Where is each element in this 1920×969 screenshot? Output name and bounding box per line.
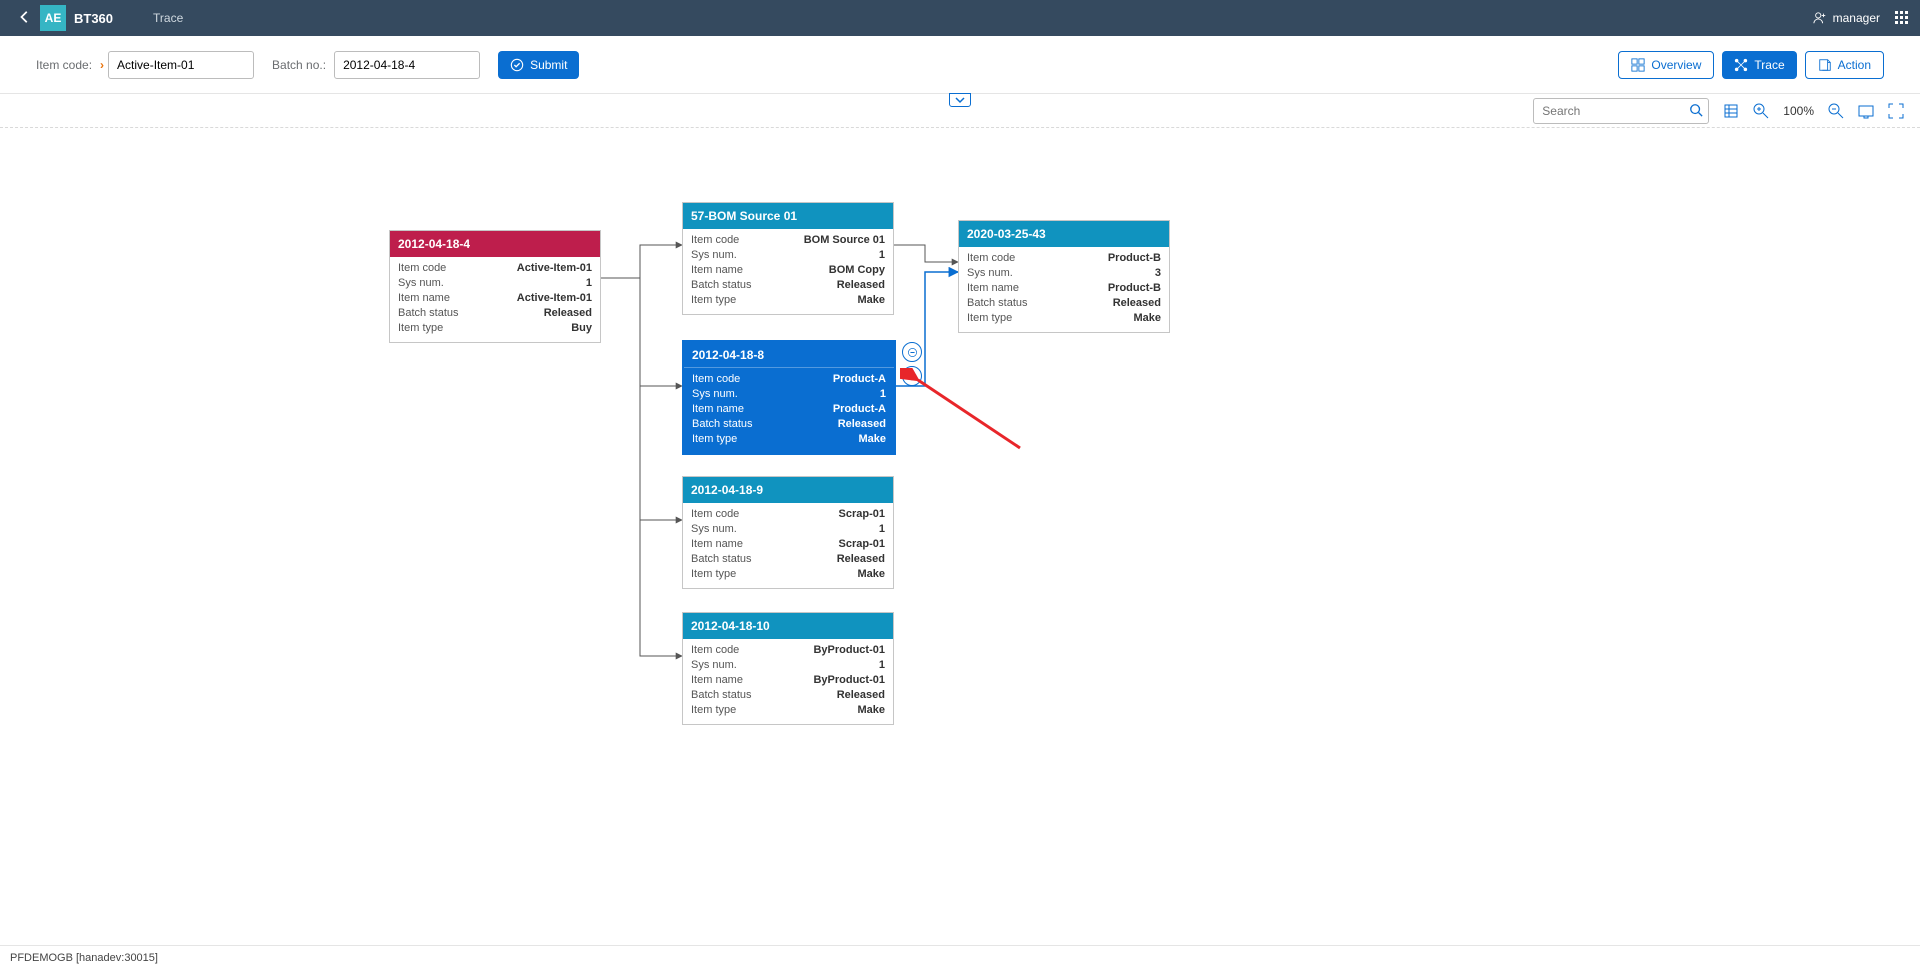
search-icon[interactable]: [1689, 103, 1703, 120]
node-title: 2012-04-18-10: [691, 619, 770, 633]
batch-no-label: Batch no.:: [272, 58, 326, 72]
flow-node[interactable]: 2020-03-25-43 Item codeProduct-B Sys num…: [958, 220, 1170, 333]
node-action-collapse-icon[interactable]: [902, 342, 922, 362]
back-button[interactable]: [10, 8, 40, 29]
item-code-label: Item code:: [36, 58, 92, 72]
flow-node[interactable]: 2012-04-18-9 Item codeScrap-01 Sys num.1…: [682, 476, 894, 589]
node-action-navigate-icon[interactable]: [902, 366, 922, 386]
node-title: 2012-04-18-9: [691, 483, 763, 497]
action-button[interactable]: Action: [1805, 51, 1884, 79]
batch-no-input[interactable]: [334, 51, 480, 79]
flow-node[interactable]: 2012-04-18-10 Item codeByProduct-01 Sys …: [682, 612, 894, 725]
flow-canvas[interactable]: 2012-04-18-4 Item codeActive-Item-01 Sys…: [0, 128, 1920, 945]
status-bar: PFDEMOGB [hanadev:30015]: [0, 945, 1920, 969]
overview-button[interactable]: Overview: [1618, 51, 1714, 79]
node-title: 2020-03-25-43: [967, 227, 1046, 241]
app-title: BT360: [74, 11, 113, 26]
flow-node[interactable]: 57-BOM Source 01 Item codeBOM Source 01 …: [682, 202, 894, 315]
item-code-input[interactable]: [108, 51, 254, 79]
status-text: PFDEMOGB [hanadev:30015]: [10, 952, 158, 964]
app-logo: AE: [40, 5, 66, 31]
list-icon[interactable]: [1723, 103, 1739, 119]
node-title: 2012-04-18-8: [692, 348, 764, 362]
item-code-link-icon[interactable]: ›: [100, 58, 104, 72]
apps-grid-icon[interactable]: [1894, 10, 1910, 26]
trace-button[interactable]: Trace: [1722, 51, 1796, 79]
filterbar: Item code: › Batch no.: Submit Overview …: [0, 36, 1920, 94]
node-title: 57-BOM Source 01: [691, 209, 797, 223]
user-name: manager: [1833, 11, 1880, 25]
fullscreen-icon[interactable]: [1888, 103, 1904, 119]
fit-screen-icon[interactable]: [1858, 103, 1874, 119]
zoom-level: 100%: [1783, 104, 1814, 118]
search-input[interactable]: [1533, 98, 1709, 124]
submit-button[interactable]: Submit: [498, 51, 579, 79]
expand-handle[interactable]: [949, 93, 971, 107]
flow-node-selected[interactable]: 2012-04-18-8 Item codeProduct-A Sys num.…: [682, 340, 896, 455]
breadcrumb-tab[interactable]: Trace: [153, 11, 183, 25]
zoom-in-icon[interactable]: [1753, 103, 1769, 119]
zoom-out-icon[interactable]: [1828, 103, 1844, 119]
topbar: AE BT360 Trace manager: [0, 0, 1920, 36]
user-menu[interactable]: manager: [1813, 11, 1880, 25]
flow-node-root[interactable]: 2012-04-18-4 Item codeActive-Item-01 Sys…: [389, 230, 601, 343]
node-title: 2012-04-18-4: [398, 237, 470, 251]
